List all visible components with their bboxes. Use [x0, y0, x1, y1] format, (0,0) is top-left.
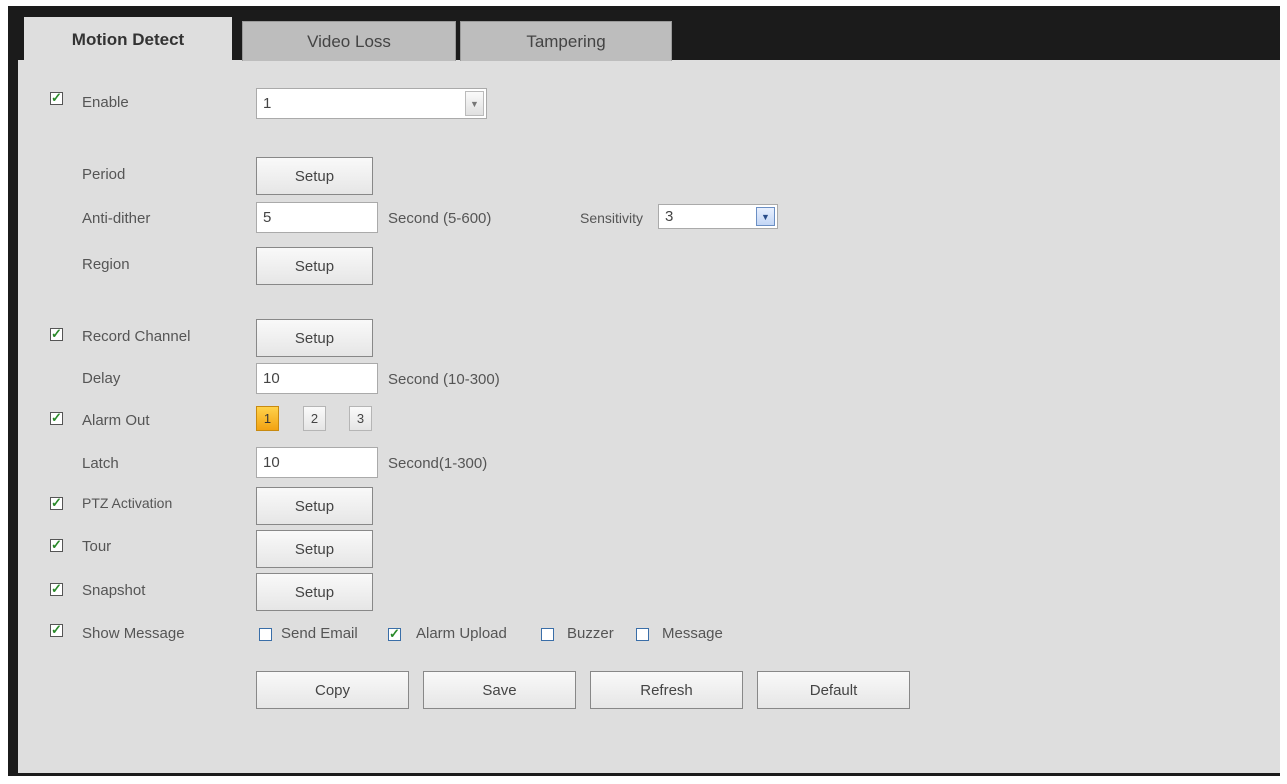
- sensitivity-value: 3: [665, 208, 674, 225]
- latch-input[interactable]: 10: [256, 447, 378, 478]
- enable-checkbox[interactable]: ✓: [50, 90, 63, 105]
- tab-tampering[interactable]: Tampering: [460, 21, 672, 61]
- send-email-label: Send Email: [281, 625, 358, 642]
- alarm-out-label: Alarm Out: [82, 412, 150, 429]
- alarm-output-2-button[interactable]: 2: [303, 406, 326, 431]
- period-setup-button[interactable]: Setup: [256, 157, 373, 195]
- record-channel-checkbox[interactable]: ✓: [50, 326, 63, 341]
- anti-dither-label: Anti-dither: [82, 210, 151, 227]
- send-email-checkbox[interactable]: [259, 628, 272, 641]
- check-icon: ✓: [51, 495, 62, 510]
- check-icon: ✓: [51, 90, 62, 105]
- channel-select[interactable]: 1 ▼: [256, 88, 487, 119]
- ptz-activation-checkbox[interactable]: ✓: [50, 495, 63, 510]
- check-icon: ✓: [51, 622, 62, 637]
- sensitivity-label: Sensitivity: [580, 210, 644, 226]
- default-button[interactable]: Default: [757, 671, 910, 709]
- alarm-out-checkbox[interactable]: ✓: [50, 410, 63, 425]
- show-message-label: Show Message: [82, 625, 185, 642]
- latch-unit: Second(1-300): [388, 455, 488, 472]
- snapshot-checkbox[interactable]: ✓: [50, 581, 63, 596]
- region-setup-button[interactable]: Setup: [256, 247, 373, 285]
- region-label: Region: [82, 256, 130, 273]
- sensitivity-select[interactable]: 3 ▼: [658, 204, 778, 229]
- anti-dither-input[interactable]: 5: [256, 202, 378, 233]
- alarm-upload-label: Alarm Upload: [416, 625, 507, 642]
- save-button[interactable]: Save: [423, 671, 576, 709]
- delay-input[interactable]: 10: [256, 363, 378, 394]
- tour-label: Tour: [82, 538, 112, 555]
- check-icon: ✓: [51, 326, 62, 341]
- check-icon: ✓: [51, 537, 62, 552]
- tour-setup-button[interactable]: Setup: [256, 530, 373, 568]
- enable-label: Enable: [82, 94, 129, 111]
- check-icon: ✓: [51, 410, 62, 425]
- settings-panel: [18, 60, 1280, 773]
- buzzer-checkbox[interactable]: [541, 628, 554, 641]
- copy-button[interactable]: Copy: [256, 671, 409, 709]
- dropdown-arrow-icon: ▼: [465, 91, 484, 116]
- show-message-checkbox[interactable]: ✓: [50, 622, 63, 637]
- record-channel-label: Record Channel: [82, 328, 191, 345]
- message-checkbox[interactable]: [636, 628, 649, 641]
- check-icon: ✓: [51, 581, 62, 596]
- dropdown-arrow-icon: ▼: [756, 207, 775, 226]
- refresh-button[interactable]: Refresh: [590, 671, 743, 709]
- ptz-activation-setup-button[interactable]: Setup: [256, 487, 373, 525]
- channel-value: 1: [263, 95, 272, 112]
- period-label: Period: [82, 166, 126, 183]
- latch-label: Latch: [82, 455, 119, 472]
- snapshot-label: Snapshot: [82, 582, 146, 599]
- message-label: Message: [662, 625, 723, 642]
- delay-unit: Second (10-300): [388, 371, 500, 388]
- tour-checkbox[interactable]: ✓: [50, 537, 63, 552]
- alarm-upload-checkbox[interactable]: ✓: [388, 626, 401, 641]
- ptz-activation-label: PTZ Activation: [82, 495, 173, 511]
- alarm-output-1-button[interactable]: 1: [256, 406, 279, 431]
- record-channel-setup-button[interactable]: Setup: [256, 319, 373, 357]
- buzzer-label: Buzzer: [567, 625, 614, 642]
- anti-dither-unit: Second (5-600): [388, 210, 492, 227]
- delay-label: Delay: [82, 370, 121, 387]
- snapshot-setup-button[interactable]: Setup: [256, 573, 373, 611]
- tab-motion-detect[interactable]: Motion Detect: [24, 17, 232, 61]
- tab-bar: Motion Detect Video Loss Tampering: [18, 17, 1280, 61]
- tab-video-loss[interactable]: Video Loss: [242, 21, 456, 61]
- check-icon: ✓: [389, 626, 400, 641]
- alarm-output-3-button[interactable]: 3: [349, 406, 372, 431]
